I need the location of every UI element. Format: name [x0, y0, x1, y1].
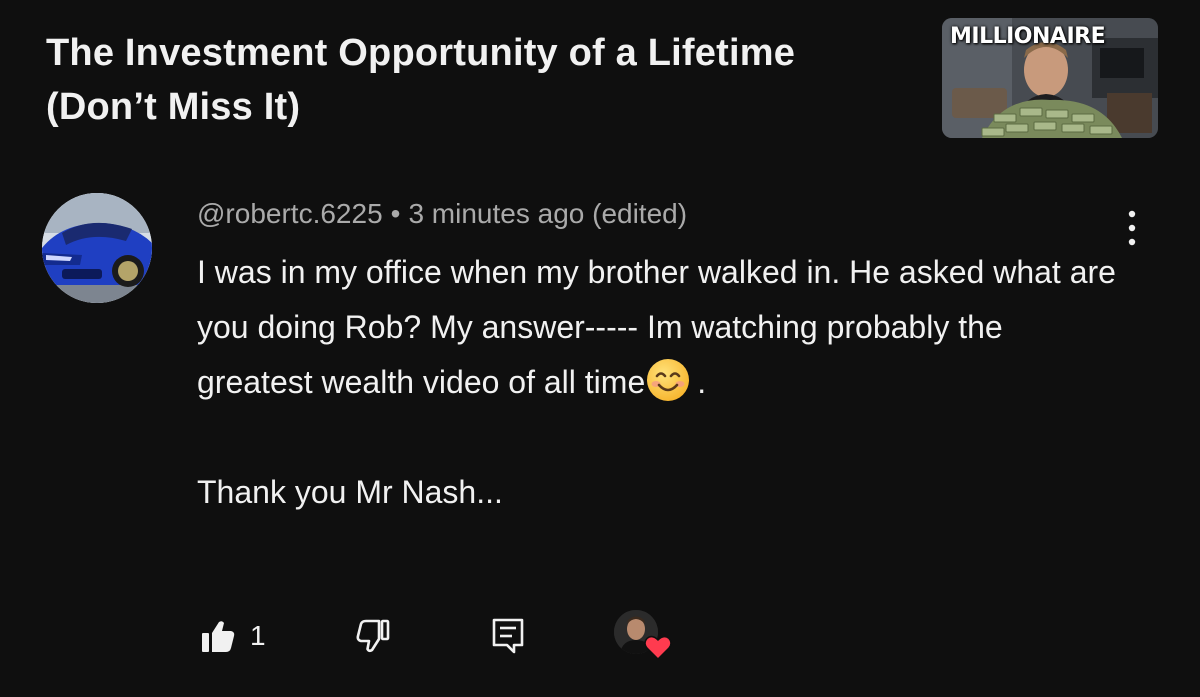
- video-thumbnail[interactable]: MILLIONAIRE: [942, 18, 1158, 138]
- car-avatar-image: [42, 193, 152, 303]
- comment: @robertc.6225 • 3 minutes ago (edited) I w…: [0, 190, 1200, 690]
- author-handle[interactable]: @robertc.6225: [197, 198, 383, 229]
- thumbs-down-icon: [356, 619, 390, 653]
- author-avatar[interactable]: [42, 193, 152, 303]
- reply-button[interactable]: [490, 617, 530, 657]
- comment-meta: @robertc.6225 • 3 minutes ago (edited): [197, 197, 687, 231]
- reply-comment-icon: [492, 618, 524, 654]
- comment-text: I was in my office when my brother walke…: [197, 245, 1127, 520]
- thumbs-up-icon: [202, 621, 235, 652]
- like-count: 1: [250, 620, 266, 651]
- creator-heart-icon: [644, 635, 672, 660]
- creator-heart[interactable]: [614, 610, 674, 670]
- dislike-button[interactable]: [355, 618, 395, 658]
- video-header: The Investment Opportunity of a Lifetime…: [0, 0, 1200, 150]
- comment-actions: 1: [0, 610, 1200, 670]
- video-title[interactable]: The Investment Opportunity of a Lifetime…: [46, 26, 926, 134]
- comment-timestamp: 3 minutes ago (edited): [408, 198, 688, 229]
- like-button[interactable]: 1: [200, 618, 280, 658]
- more-options-button[interactable]: [1112, 208, 1152, 248]
- more-vertical-icon: [1128, 210, 1136, 246]
- thumbnail-text: MILLIONAIRE: [950, 24, 1106, 49]
- meta-separator: •: [390, 198, 401, 229]
- smiling-face-emoji-icon: [647, 359, 690, 401]
